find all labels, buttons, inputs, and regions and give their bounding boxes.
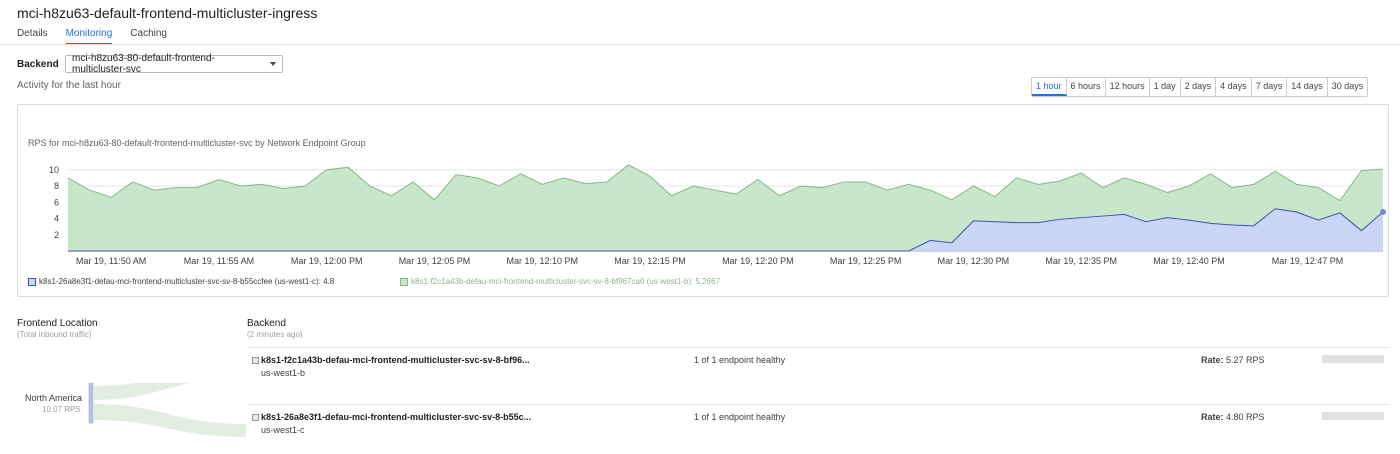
chevron-down-icon: [270, 62, 276, 66]
flow-link-us-west1-b: [93, 383, 190, 400]
legend-swatch-icon: [28, 277, 36, 286]
traffic-flow-diagram: [88, 383, 246, 437]
range-12-hours[interactable]: 12 hours: [1106, 78, 1150, 96]
x-tick-label: Mar 19, 11:50 AM: [76, 256, 146, 266]
backend-subheading: (2 minutes ago): [247, 330, 303, 339]
tab-caching[interactable]: Caching: [130, 28, 167, 45]
y-tick-label: 6: [54, 197, 59, 207]
backend-row-name[interactable]: k8s1-26a8e3f1-defau-mci-frontend-multicl…: [261, 412, 531, 422]
rate-label: Rate:: [1201, 355, 1224, 365]
rate-value: 4.80 RPS: [1226, 412, 1265, 422]
tab-monitoring[interactable]: Monitoring: [65, 28, 113, 45]
x-tick-label: Mar 19, 12:47 PM: [1272, 256, 1344, 266]
x-tick-label: Mar 19, 12:20 PM: [722, 256, 794, 266]
range-4-days[interactable]: 4 days: [1216, 78, 1252, 96]
range-14-days[interactable]: 14 days: [1287, 78, 1328, 96]
x-tick-label: Mar 19, 12:05 PM: [399, 256, 471, 266]
legend-item-us-west1-c[interactable]: k8s1-26a8e3f1-defau-mci-frontend-multicl…: [28, 277, 334, 286]
backend-row-health: 1 of 1 endpoint healthy: [694, 412, 786, 422]
row-divider: [247, 404, 1389, 405]
flow-link-us-west1-c: [93, 404, 246, 437]
x-tick-label: Mar 19, 12:40 PM: [1153, 256, 1225, 266]
rate-bar: [1322, 412, 1384, 420]
time-range-selector: 1 hour 6 hours 12 hours 1 day 2 days 4 d…: [1031, 77, 1369, 97]
series-end-marker: [1380, 209, 1386, 215]
rate-value: 5.27 RPS: [1226, 355, 1265, 365]
tab-details[interactable]: Details: [17, 28, 48, 45]
range-1-hour[interactable]: 1 hour: [1032, 78, 1067, 96]
backend-row-health: 1 of 1 endpoint healthy: [694, 355, 786, 365]
frontend-location-heading: Frontend Location: [17, 318, 98, 329]
rate-label: Rate:: [1201, 412, 1224, 422]
y-tick-label: 4: [54, 214, 59, 224]
backend-dropdown[interactable]: mci-h8zu63-80-default-frontend-multiclus…: [65, 53, 283, 75]
y-tick-label: 8: [54, 181, 59, 191]
backend-row-rate: Rate: 4.80 RPS: [1201, 412, 1265, 422]
range-1-day[interactable]: 1 day: [1150, 78, 1181, 96]
backend-heading: Backend: [247, 318, 286, 329]
backend-selected-value: mci-h8zu63-80-default-frontend-multiclus…: [72, 53, 215, 75]
range-6-hours[interactable]: 6 hours: [1067, 78, 1106, 96]
activity-caption: Activity for the last hour: [17, 80, 121, 91]
backend-row-zone: us-west1-b: [261, 368, 306, 378]
backend-row[interactable]: k8s1-26a8e3f1-defau-mci-frontend-multicl…: [252, 410, 1390, 440]
y-tick-label: 10: [49, 165, 59, 175]
neg-icon: [252, 413, 259, 421]
range-30-days[interactable]: 30 days: [1328, 78, 1368, 96]
x-tick-label: Mar 19, 12:00 PM: [291, 256, 363, 266]
tab-divider: [0, 44, 1400, 45]
rate-bar: [1322, 355, 1384, 363]
range-7-days[interactable]: 7 days: [1252, 78, 1288, 96]
legend-swatch-icon: [400, 277, 408, 286]
x-tick-label: Mar 19, 12:10 PM: [506, 256, 578, 266]
x-tick-label: Mar 19, 12:15 PM: [614, 256, 686, 266]
backend-row-rate: Rate: 5.27 RPS: [1201, 355, 1265, 365]
x-tick-label: Mar 19, 12:25 PM: [830, 256, 902, 266]
rps-chart[interactable]: 2 4 6 8 10 Mar 19, 11:50 AM Mar 19, 11:55 AM Ma…: [18, 105, 1390, 298]
row-divider: [247, 347, 1389, 348]
region-rps: 10.07 RPS: [42, 405, 81, 414]
tab-bar: Details Monitoring Caching: [17, 28, 185, 45]
region-label: North America: [25, 393, 83, 403]
rps-chart-card: 2 4 6 8 10 Mar 19, 11:50 AM Mar 19, 11:55 AM Ma…: [17, 104, 1389, 297]
page-title: mci-h8zu63-default-frontend-multicluster…: [17, 5, 318, 21]
backend-row-name-wrap: k8s1-f2c1a43b-defau-mci-frontend-multicl…: [252, 355, 530, 365]
chart-title: RPS for mci-h8zu63-80-default-frontend-m…: [28, 138, 366, 148]
neg-icon: [252, 356, 259, 364]
region-node: [88, 383, 94, 424]
legend-label: k8s1-26a8e3f1-defau-mci-frontend-multicl…: [39, 277, 335, 286]
backend-row[interactable]: k8s1-f2c1a43b-defau-mci-frontend-multicl…: [252, 353, 1390, 383]
x-tick-label: Mar 19, 11:55 AM: [184, 256, 254, 266]
legend-item-us-west1-b[interactable]: k8s1-f2c1a43b-defau-mci-frontend-multicl…: [400, 277, 720, 286]
y-tick-label: 2: [54, 230, 59, 240]
frontend-location-subheading: (Total inbound traffic): [17, 330, 92, 339]
backend-row-name-wrap: k8s1-26a8e3f1-defau-mci-frontend-multicl…: [252, 412, 531, 422]
x-tick-label: Mar 19, 12:35 PM: [1045, 256, 1117, 266]
backend-label: Backend: [17, 59, 59, 70]
range-2-days[interactable]: 2 days: [1181, 78, 1217, 96]
backend-row-name[interactable]: k8s1-f2c1a43b-defau-mci-frontend-multicl…: [261, 355, 530, 365]
x-tick-label: Mar 19, 12:30 PM: [938, 256, 1010, 266]
legend-label: k8s1-f2c1a43b-defau-mci-frontend-multicl…: [411, 277, 721, 286]
backend-row-zone: us-west1-c: [261, 425, 305, 435]
